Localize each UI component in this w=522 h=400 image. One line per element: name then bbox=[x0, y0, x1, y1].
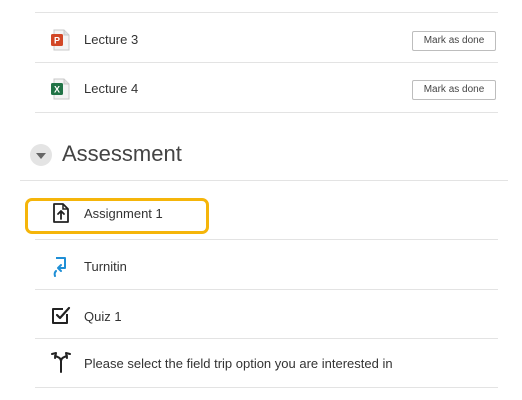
activity-row-turnitin[interactable]: Turnitin bbox=[0, 243, 522, 291]
mark-as-done-button[interactable]: Mark as done bbox=[412, 80, 496, 100]
activity-row-lecture-3[interactable]: P Lecture 3 Mark as done bbox=[0, 16, 522, 64]
divider-top bbox=[35, 12, 498, 13]
activity-row-quiz-1[interactable]: Quiz 1 bbox=[0, 292, 522, 340]
divider bbox=[35, 62, 498, 63]
turnitin-icon bbox=[50, 255, 72, 277]
section-title: Assessment bbox=[62, 141, 182, 166]
excel-file-icon: X bbox=[50, 78, 72, 100]
activity-link-lecture-4[interactable]: Lecture 4 bbox=[84, 81, 138, 96]
activity-link-turnitin[interactable]: Turnitin bbox=[84, 259, 127, 274]
activity-link-field-trip-choice[interactable]: Please select the field trip option you … bbox=[84, 356, 393, 371]
svg-text:X: X bbox=[54, 85, 60, 95]
section-divider bbox=[20, 180, 508, 181]
activity-link-lecture-3[interactable]: Lecture 3 bbox=[84, 32, 138, 47]
choice-signpost-icon bbox=[50, 351, 72, 373]
collapse-chevron-icon[interactable] bbox=[30, 144, 52, 166]
svg-text:P: P bbox=[54, 36, 60, 46]
divider bbox=[35, 338, 498, 339]
activity-row-field-trip-choice[interactable]: Please select the field trip option you … bbox=[0, 341, 522, 389]
section-header-assessment: Assessment bbox=[30, 138, 510, 172]
divider bbox=[35, 239, 498, 240]
divider bbox=[35, 112, 498, 113]
quiz-checkbox-icon bbox=[50, 304, 72, 326]
activity-link-quiz-1[interactable]: Quiz 1 bbox=[84, 309, 122, 324]
activity-row-lecture-4[interactable]: X Lecture 4 Mark as done bbox=[0, 65, 522, 113]
divider bbox=[35, 289, 498, 290]
powerpoint-file-icon: P bbox=[50, 29, 72, 51]
highlight-box bbox=[25, 198, 209, 234]
divider-bottom bbox=[35, 387, 498, 388]
mark-as-done-button[interactable]: Mark as done bbox=[412, 31, 496, 51]
